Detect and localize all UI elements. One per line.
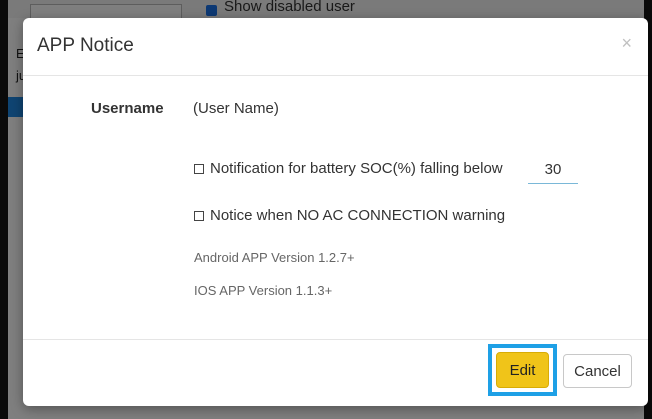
battery-notification-checkbox[interactable] [194, 163, 204, 174]
battery-notification-option[interactable]: Notification for battery SOC(%) falling … [194, 160, 503, 177]
ac-connection-option[interactable]: Notice when NO AC CONNECTION warning [194, 207, 505, 224]
android-version-text: Android APP Version 1.2.7+ [194, 250, 355, 265]
ios-version-text: IOS APP Version 1.1.3+ [194, 283, 333, 298]
dialog-title: APP Notice [37, 35, 134, 56]
close-icon[interactable]: × [621, 34, 632, 52]
dialog-header: APP Notice × [23, 18, 648, 76]
username-value: (User Name) [193, 100, 279, 117]
app-notice-dialog: APP Notice × Username (User Name) Notifi… [23, 18, 648, 406]
edit-button[interactable]: Edit [496, 352, 549, 388]
ac-connection-label: Notice when NO AC CONNECTION warning [210, 207, 506, 224]
window-edge-left [0, 0, 8, 419]
battery-soc-threshold-input[interactable] [528, 155, 578, 184]
ac-connection-checkbox[interactable] [194, 210, 204, 221]
username-label: Username [91, 100, 164, 117]
cancel-button[interactable]: Cancel [563, 354, 632, 388]
screen: Show disabled user E ju APP Notice × Use… [0, 0, 652, 419]
battery-notification-label: Notification for battery SOC(%) falling … [210, 160, 503, 177]
